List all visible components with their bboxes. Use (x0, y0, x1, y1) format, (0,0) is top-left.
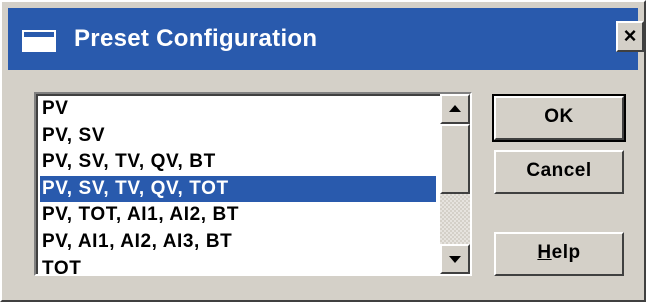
preset-listbox[interactable]: PV PV, SV PV, SV, TV, QV, BT PV, SV, TV,… (34, 92, 472, 276)
cancel-button-label: Cancel (526, 160, 592, 181)
list-item[interactable]: PV, SV (40, 123, 436, 150)
list-item-selected[interactable]: PV, SV, TV, QV, TOT (40, 175, 436, 203)
list-item[interactable]: PV, SV, TV, QV, BT (40, 149, 436, 176)
scroll-up-button[interactable] (440, 94, 470, 124)
arrow-down-icon (449, 256, 461, 263)
title-bar[interactable]: Preset Configuration (8, 8, 638, 70)
cancel-button[interactable]: Cancel (494, 150, 624, 194)
vertical-scrollbar[interactable] (440, 94, 470, 274)
preset-configuration-dialog: Preset Configuration × PV PV, SV PV, SV,… (0, 0, 646, 302)
help-button[interactable]: Help (494, 232, 624, 276)
close-icon: × (623, 23, 637, 48)
close-button[interactable]: × (616, 21, 644, 52)
list-item[interactable]: PV (40, 96, 436, 123)
scroll-down-button[interactable] (440, 244, 470, 274)
ok-button-label: OK (544, 106, 574, 127)
help-accelerator: H (537, 242, 552, 263)
dialog-title: Preset Configuration (74, 25, 318, 52)
ok-button[interactable]: OK (492, 94, 626, 142)
list-item[interactable]: PV, AI1, AI2, AI3, BT (40, 229, 436, 256)
list-item[interactable]: TOT (40, 256, 436, 274)
help-label-rest: elp (551, 242, 581, 263)
scroll-thumb[interactable] (440, 124, 470, 194)
list-item[interactable]: PV, TOT, AI1, AI2, BT (40, 202, 436, 229)
window-icon (22, 30, 56, 52)
help-button-label: Help (537, 242, 580, 263)
arrow-up-icon (449, 105, 461, 112)
preset-list: PV PV, SV PV, SV, TV, QV, BT PV, SV, TV,… (40, 96, 436, 274)
